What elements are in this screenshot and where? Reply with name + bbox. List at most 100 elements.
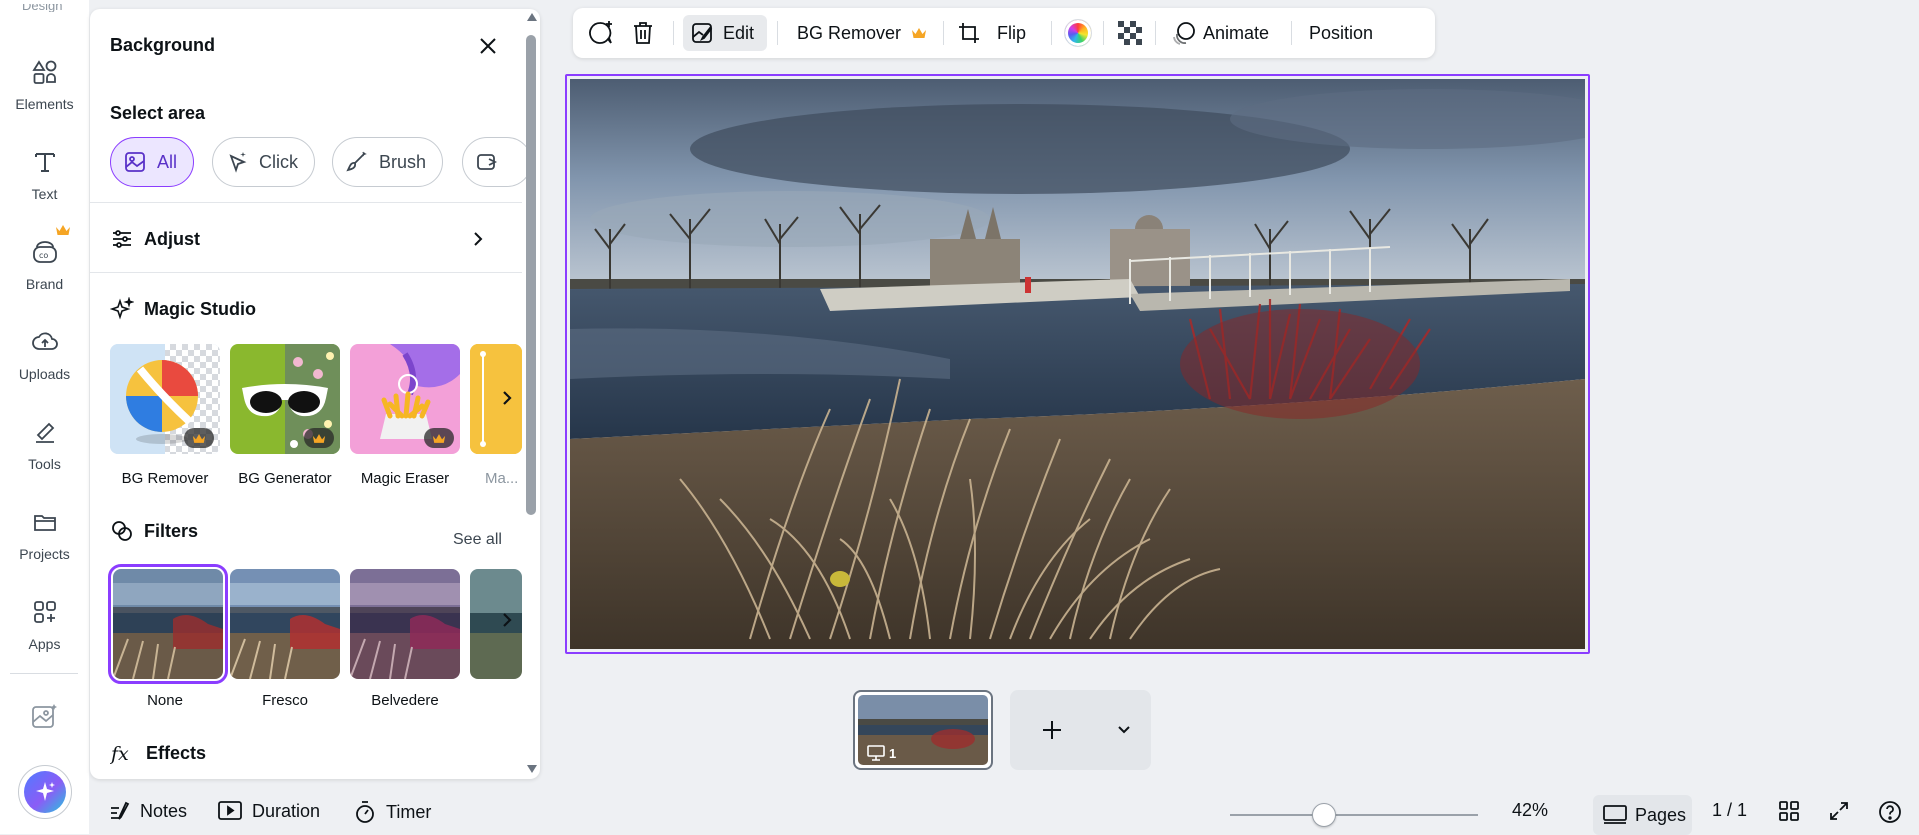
image-magic-icon[interactable] xyxy=(30,702,58,730)
rail-item-label: Brand xyxy=(25,276,64,292)
text-icon xyxy=(29,146,61,178)
tile-caption: Ma... xyxy=(485,470,519,487)
toolbar-divider xyxy=(943,21,944,45)
rail-item-text[interactable]: Text xyxy=(0,140,89,220)
expand-icon xyxy=(1830,802,1848,820)
svg-text:co: co xyxy=(39,251,48,260)
grid-view-button[interactable] xyxy=(1778,800,1800,822)
zoom-slider[interactable] xyxy=(1230,814,1478,816)
color-wheel-icon xyxy=(1064,19,1092,47)
crop-icon xyxy=(959,23,979,43)
chevron-right-icon xyxy=(503,613,512,627)
edit-button[interactable]: Edit xyxy=(683,15,767,51)
help-button[interactable] xyxy=(1878,800,1902,824)
magic-studio-label: Magic Studio xyxy=(144,298,256,319)
bg-remover-label: BG Remover xyxy=(797,22,902,43)
zoom-value[interactable]: 42% xyxy=(1512,800,1548,821)
magic-studio-header: Magic Studio xyxy=(110,297,256,321)
delete-button[interactable] xyxy=(627,15,659,51)
play-box-icon xyxy=(218,801,242,820)
flip-label: Flip xyxy=(997,22,1027,43)
pages-label: Pages xyxy=(1635,804,1687,825)
uploads-icon xyxy=(29,326,61,358)
page-thumbnail[interactable]: 1 xyxy=(853,690,993,770)
canvas-photo[interactable] xyxy=(570,79,1585,649)
selected-image-frame[interactable] xyxy=(565,74,1590,654)
chevron-right-icon[interactable] xyxy=(468,229,488,249)
close-icon xyxy=(480,38,496,54)
select-more-chip[interactable] xyxy=(462,137,532,187)
add-page-button[interactable] xyxy=(1040,718,1064,742)
position-label: Position xyxy=(1309,22,1374,43)
duration-button[interactable]: Duration xyxy=(218,800,320,822)
filters-next-button[interactable] xyxy=(496,599,518,641)
animate-button[interactable]: Animate xyxy=(1165,15,1283,51)
magic-assistant-button[interactable] xyxy=(18,765,72,819)
rail-item-uploads[interactable]: Uploads xyxy=(0,320,89,400)
chip-label: Brush xyxy=(379,151,427,172)
scrollbar-thumb[interactable] xyxy=(526,35,536,515)
add-page-group xyxy=(1010,690,1151,770)
crop-button[interactable] xyxy=(953,15,985,51)
adjust-label: Adjust xyxy=(144,228,200,249)
select-brush-chip[interactable]: Brush xyxy=(332,137,444,187)
transparency-button[interactable] xyxy=(1113,15,1147,51)
chip-label: All xyxy=(157,151,178,172)
chip-label: Click xyxy=(259,151,298,172)
rail-item-projects[interactable]: Projects xyxy=(0,500,89,580)
select-all-chip[interactable]: All xyxy=(110,137,195,187)
comment-button[interactable] xyxy=(583,15,619,51)
close-button[interactable] xyxy=(473,31,503,61)
toolbar-divider xyxy=(1291,21,1292,45)
magic-next-button[interactable] xyxy=(496,377,518,419)
position-button[interactable]: Position xyxy=(1301,15,1425,51)
notes-icon xyxy=(111,801,130,820)
fullscreen-button[interactable] xyxy=(1828,800,1850,822)
flip-button[interactable]: Flip xyxy=(993,15,1041,51)
filter-caption: Fresco xyxy=(262,692,308,709)
notes-button[interactable]: Notes xyxy=(108,800,187,822)
pages-icon xyxy=(1603,805,1627,824)
rail-item-tools[interactable]: Tools xyxy=(0,410,89,490)
add-page-options-button[interactable] xyxy=(1116,722,1132,738)
edit-image-icon xyxy=(692,23,713,43)
filter-fresco-tile[interactable] xyxy=(230,569,340,679)
presentation-icon xyxy=(867,745,885,761)
brush-icon xyxy=(346,151,367,172)
rail-item-apps[interactable]: Apps xyxy=(0,590,89,670)
page-number-badge: 1 xyxy=(867,745,896,761)
bg-generator-tile[interactable] xyxy=(230,344,340,454)
scroll-up-icon xyxy=(527,13,537,21)
rail-item-brand[interactable]: co Brand xyxy=(0,230,89,310)
click-sparkle-icon xyxy=(229,152,247,173)
effects-header[interactable]: fx Effects xyxy=(110,741,206,766)
color-button[interactable] xyxy=(1061,15,1095,51)
select-click-chip[interactable]: Click xyxy=(212,137,315,187)
divider xyxy=(90,272,522,273)
erase-select-icon xyxy=(477,154,498,170)
image-icon xyxy=(125,152,145,172)
bg-remover-button[interactable]: BG Remover xyxy=(789,15,935,51)
adjust-row[interactable]: Adjust xyxy=(110,227,200,251)
see-all-link[interactable]: See all xyxy=(453,531,502,549)
rail-item-elements[interactable]: Elements xyxy=(0,50,89,130)
magic-eraser-tile[interactable] xyxy=(350,344,460,454)
crown-icon xyxy=(55,224,71,236)
bg-remover-tile[interactable] xyxy=(110,344,220,454)
filter-none-tile[interactable] xyxy=(108,564,228,684)
filter-belvedere-tile[interactable] xyxy=(350,569,460,679)
rail-item-label: Apps xyxy=(28,636,61,652)
left-rail: Design Elements Text co Brand Uploads To… xyxy=(0,0,89,834)
elements-icon xyxy=(29,56,61,88)
zoom-slider-handle[interactable] xyxy=(1312,803,1336,827)
svg-text:fx: fx xyxy=(110,743,129,765)
brand-icon: co xyxy=(29,236,61,268)
timer-button[interactable]: Timer xyxy=(354,800,431,824)
tile-caption: Magic Eraser xyxy=(360,470,450,487)
notes-label: Notes xyxy=(140,800,188,821)
chevron-down-icon xyxy=(1118,726,1130,734)
apps-icon xyxy=(29,596,61,628)
select-area-label: Select area xyxy=(110,103,206,123)
pages-button[interactable]: Pages xyxy=(1593,795,1692,835)
filters-header: Filters xyxy=(110,519,198,543)
